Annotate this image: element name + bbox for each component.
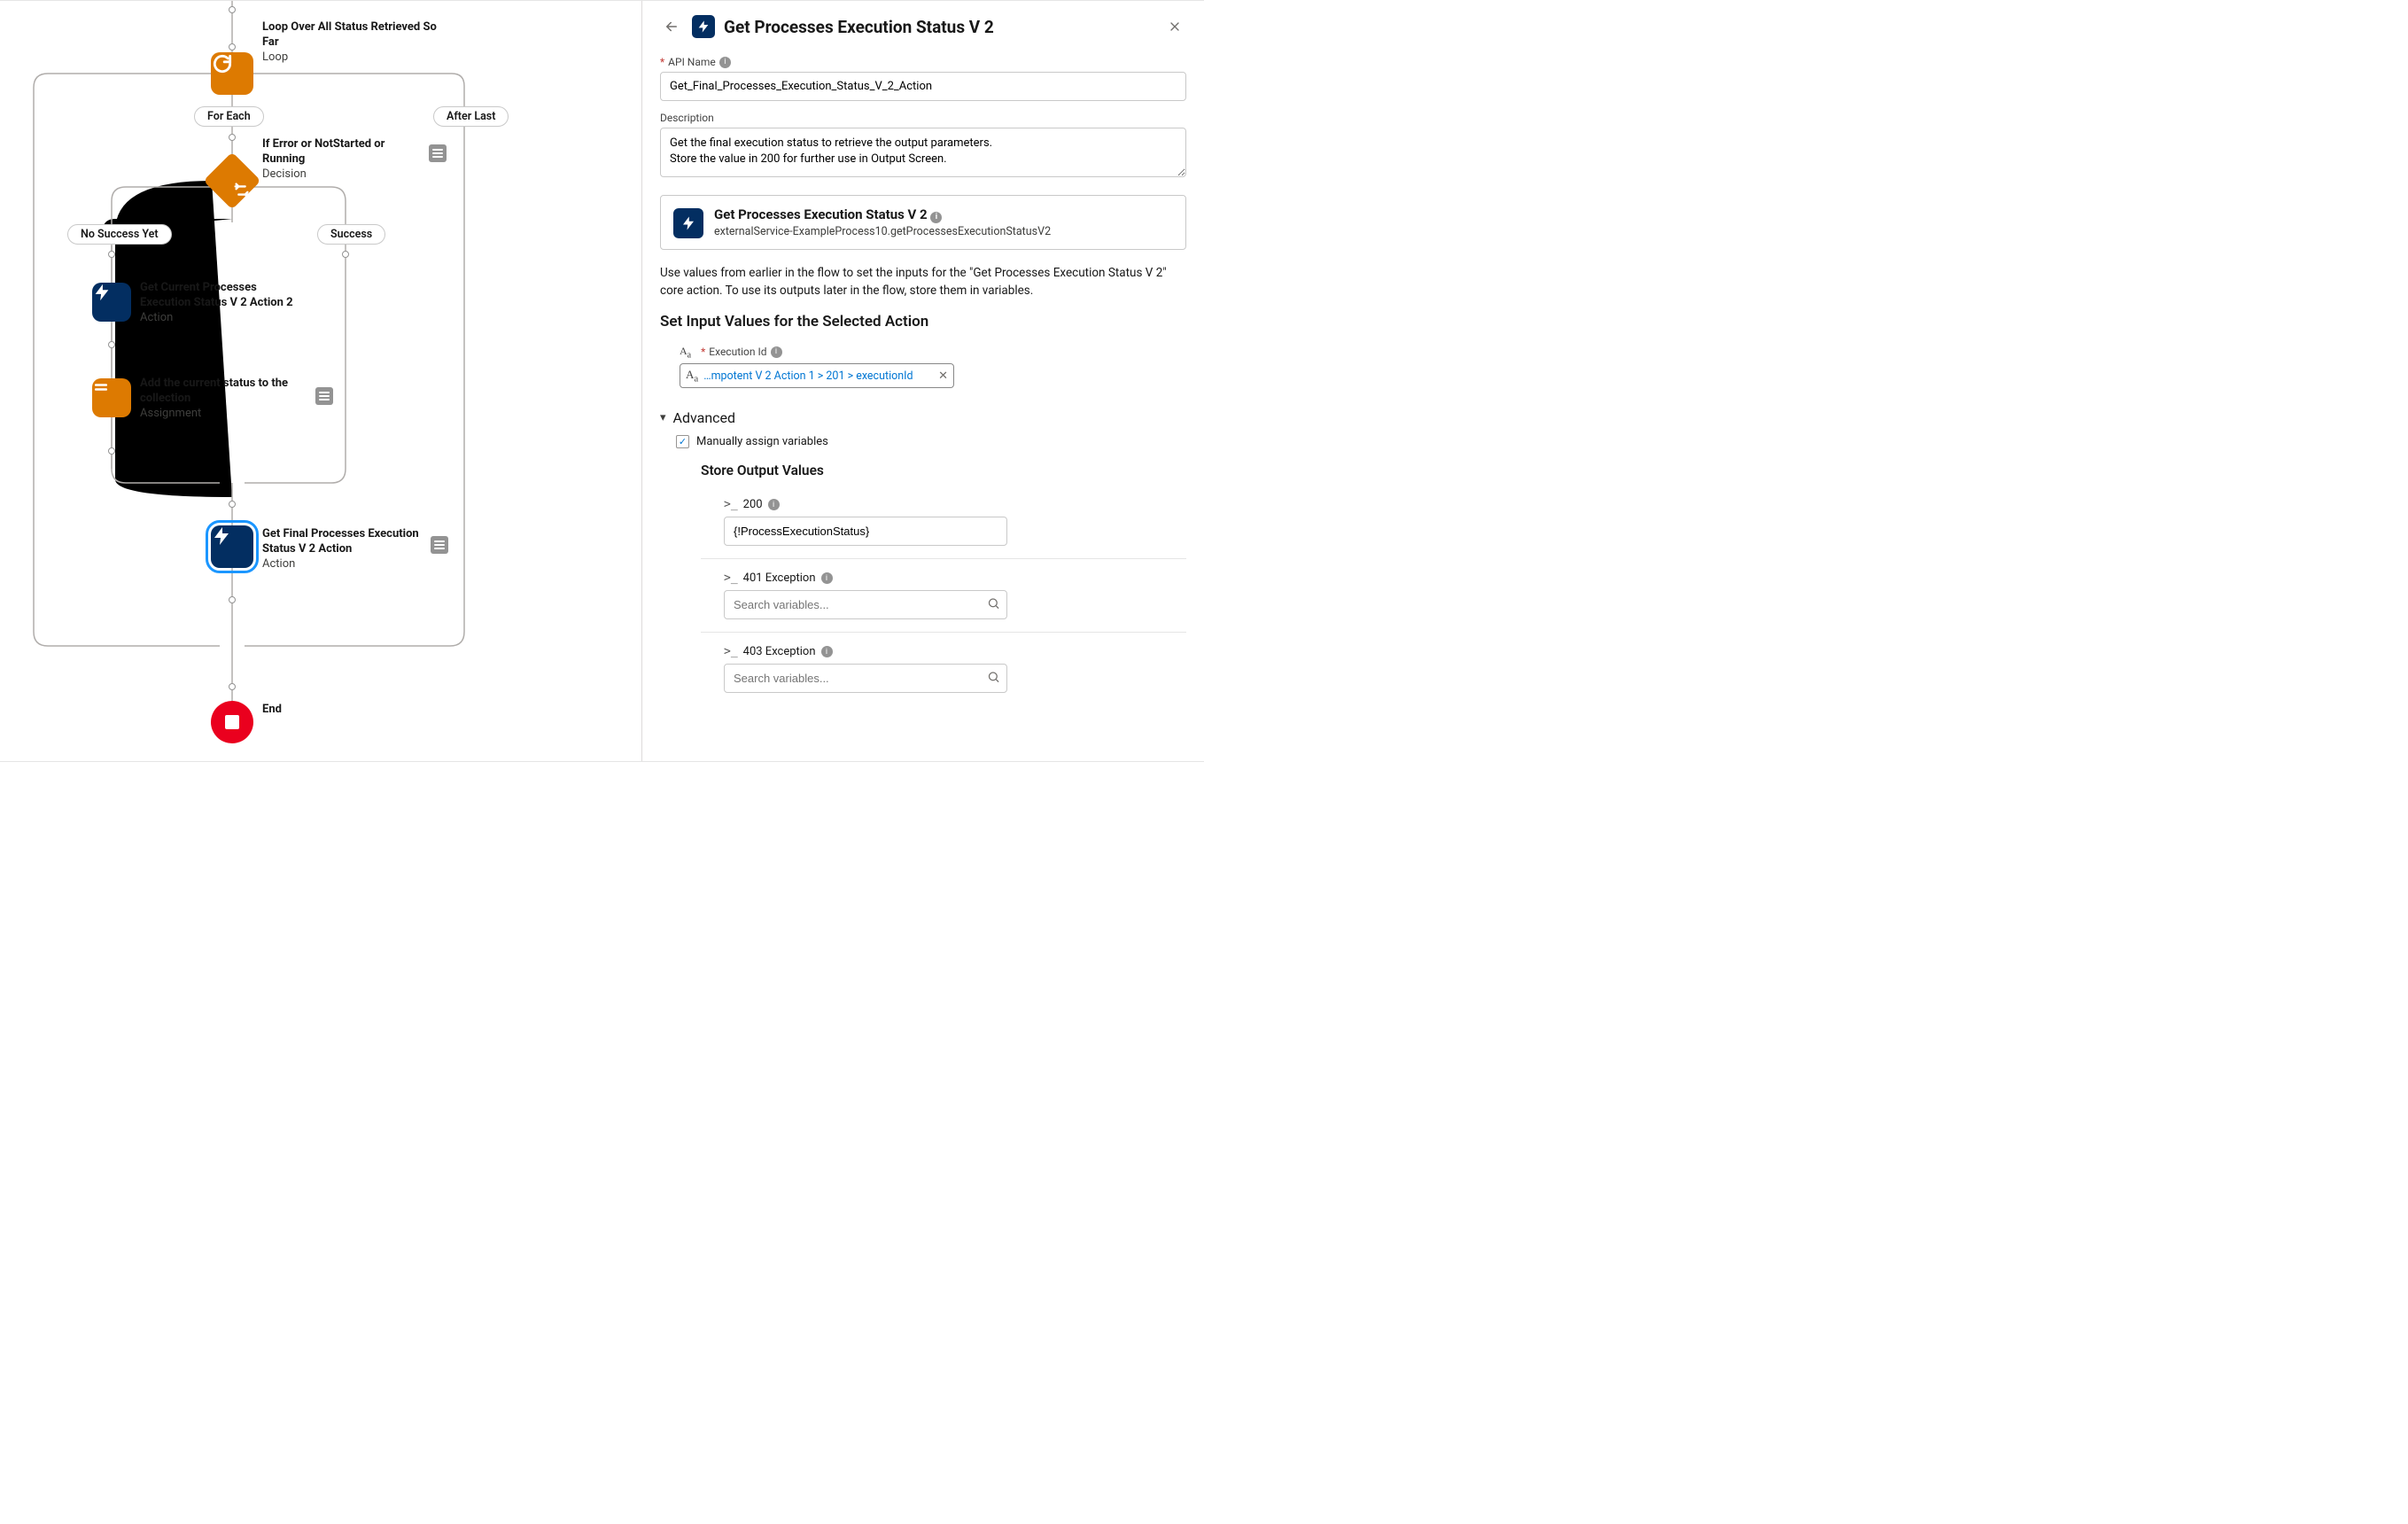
edge-label-success: Success: [317, 224, 385, 245]
manual-assign-checkbox[interactable]: ✓: [676, 435, 689, 448]
flow-node-action-current-status-label: Get Current Processes Execution Status V…: [140, 281, 308, 326]
description-input[interactable]: [660, 128, 1186, 177]
flow-node-decision[interactable]: [212, 160, 252, 201]
output-403-input[interactable]: [724, 664, 1007, 693]
output-row-403: >_ 403 Exception i: [701, 633, 1186, 705]
output-row-200: >_ 200 i: [701, 486, 1186, 559]
flow-canvas[interactable]: Loop Over All Status Retrieved So Far Lo…: [0, 1, 641, 761]
info-icon[interactable]: i: [768, 499, 780, 510]
search-icon: [987, 596, 1000, 613]
action-help-text: Use values from earlier in the flow to s…: [660, 264, 1186, 300]
execution-id-label: Aa *Execution Id i: [680, 345, 1186, 360]
info-icon[interactable]: i: [771, 346, 782, 358]
close-button[interactable]: [1163, 15, 1186, 38]
lightning-icon: [692, 15, 715, 38]
search-icon: [987, 670, 1000, 687]
info-icon[interactable]: i: [821, 572, 833, 584]
selected-action-card: Get Processes Execution Status V 2 i ext…: [660, 195, 1186, 250]
output-200-input[interactable]: [724, 517, 1007, 546]
note-icon[interactable]: [315, 387, 333, 405]
property-panel: Get Processes Execution Status V 2 *API …: [641, 1, 1204, 761]
flow-node-action-final-status-label: Get Final Processes Execution Status V 2…: [262, 527, 431, 572]
api-name-input[interactable]: [660, 72, 1186, 101]
store-outputs-title: Store Output Values: [701, 463, 1186, 478]
note-icon[interactable]: [431, 536, 448, 554]
edge-label-afterlast: After Last: [433, 106, 509, 127]
lightning-icon: [673, 208, 703, 238]
info-icon[interactable]: i: [719, 57, 731, 68]
advanced-toggle[interactable]: ▾ Advanced: [660, 409, 1186, 426]
output-401-input[interactable]: [724, 590, 1007, 619]
flow-node-loop[interactable]: [211, 52, 253, 95]
flow-node-assignment-label: Add the current status to the collection…: [140, 377, 299, 422]
back-button[interactable]: [660, 15, 683, 38]
panel-title: Get Processes Execution Status V 2: [724, 17, 1154, 37]
execution-id-input[interactable]: Aa …mpotent V 2 Action 1 > 201 > executi…: [680, 363, 954, 389]
flow-node-end[interactable]: [211, 701, 253, 743]
flow-node-action-current-status[interactable]: [92, 283, 131, 322]
flow-node-loop-label: Loop Over All Status Retrieved So Far Lo…: [262, 20, 448, 66]
flow-node-assignment[interactable]: [92, 378, 131, 417]
edge-label-foreach: For Each: [194, 106, 264, 127]
api-name-label: *API Name i: [660, 56, 1186, 68]
manual-assign-label: Manually assign variables: [696, 435, 828, 448]
flow-node-decision-label: If Error or NotStarted or Running Decisi…: [262, 137, 413, 183]
description-label: Description: [660, 112, 1186, 124]
info-icon[interactable]: i: [930, 212, 942, 223]
note-icon[interactable]: [429, 144, 447, 162]
flow-node-action-final-status[interactable]: [211, 525, 253, 568]
inputs-section-title: Set Input Values for the Selected Action: [660, 313, 1186, 330]
clear-icon[interactable]: ✕: [938, 369, 948, 383]
info-icon[interactable]: i: [821, 646, 833, 657]
chevron-down-icon: ▾: [660, 411, 666, 424]
edge-label-nosuccess: No Success Yet: [67, 224, 172, 245]
flow-node-end-label: End: [262, 703, 282, 718]
output-row-401: >_ 401 Exception i: [701, 559, 1186, 633]
